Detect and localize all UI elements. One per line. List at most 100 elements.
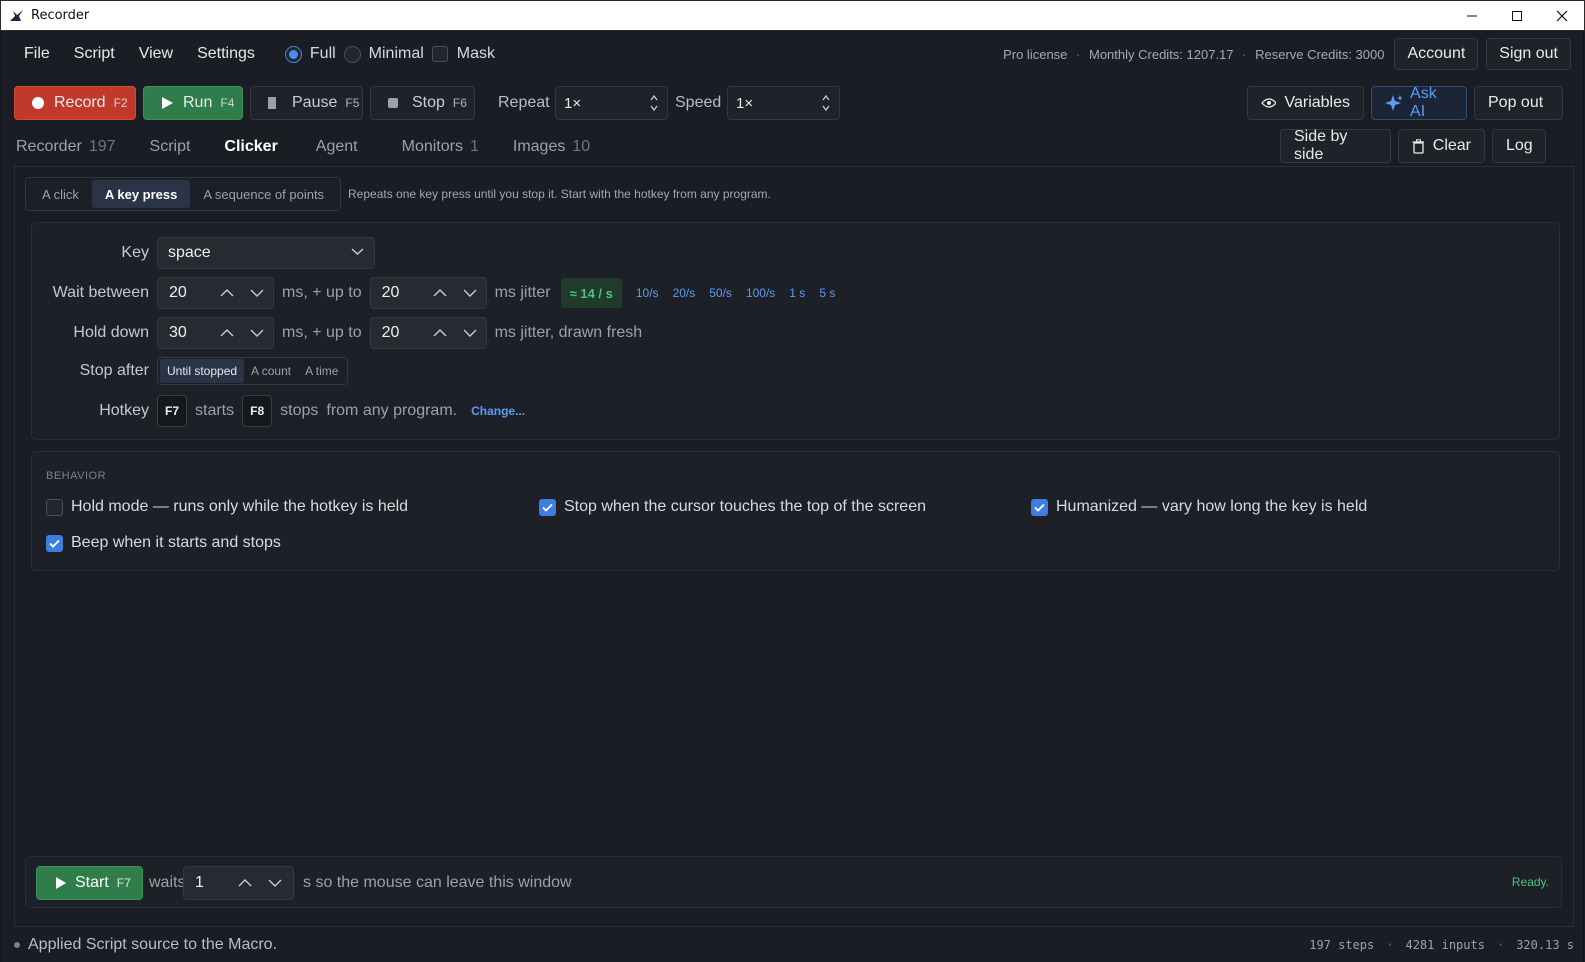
window-title: Recorder xyxy=(31,8,90,23)
menu-script[interactable]: Script xyxy=(74,45,115,63)
hold-down-label: Hold down xyxy=(73,324,149,341)
waits-text: waits xyxy=(149,874,186,891)
stop-a-time[interactable]: A time xyxy=(298,359,345,383)
preset-1-s[interactable]: 1 s xyxy=(789,286,805,300)
beep-label: Beep when it starts and stops xyxy=(71,534,281,551)
hold-mode-option[interactable]: Hold mode — runs only while the hotkey i… xyxy=(46,498,408,516)
beep-checkbox[interactable] xyxy=(46,534,63,552)
chevron-up-icon[interactable] xyxy=(238,878,252,888)
chevron-down-icon[interactable] xyxy=(250,328,264,338)
mode-full-label: Full xyxy=(309,45,336,62)
tab-recorder[interactable]: Recorder 197 xyxy=(16,127,116,167)
tab-recorder-count: 197 xyxy=(88,138,116,155)
key-dropdown[interactable]: space xyxy=(157,237,375,269)
chevron-down-icon xyxy=(351,248,364,255)
preset-50-per-s[interactable]: 50/s xyxy=(709,286,732,300)
start-button[interactable]: Start F7 xyxy=(36,866,143,900)
chevron-down-icon[interactable] xyxy=(463,288,477,298)
hotkey-stop-key: F8 xyxy=(242,395,273,427)
tab-agent[interactable]: Agent xyxy=(316,127,358,167)
preset-5-s[interactable]: 5 s xyxy=(819,286,835,300)
delay-suffix-text: s so the mouse can leave this window xyxy=(303,874,572,891)
stop-after-row: Stop after Until stopped A count A time xyxy=(32,355,349,387)
radio-minimal[interactable] xyxy=(343,45,361,63)
minimize-button[interactable] xyxy=(1449,1,1494,31)
chevron-up-icon[interactable] xyxy=(220,328,234,338)
sign-out-button[interactable]: Sign out xyxy=(1486,38,1571,70)
key-row: Key space xyxy=(32,237,375,269)
close-icon xyxy=(1556,10,1567,22)
preset-100-per-s[interactable]: 100/s xyxy=(746,286,775,300)
side-by-side-button[interactable]: Side by side xyxy=(1280,128,1391,163)
mode-sequence-of-points[interactable]: A sequence of points xyxy=(190,180,337,208)
reserve-credits: Reserve Credits: 3000 xyxy=(1255,46,1385,62)
change-hotkey-link[interactable]: Change... xyxy=(471,404,525,418)
variables-button[interactable]: Variables xyxy=(1247,86,1364,120)
ask-ai-button[interactable]: Ask AI xyxy=(1371,85,1467,120)
account-button[interactable]: Account xyxy=(1394,38,1479,70)
preset-10-per-s[interactable]: 10/s xyxy=(636,286,659,300)
hotkey-label: Hotkey xyxy=(99,402,149,419)
hold-mode-checkbox[interactable] xyxy=(46,498,63,516)
tab-clicker[interactable]: Clicker xyxy=(210,127,316,168)
close-button[interactable] xyxy=(1539,1,1584,31)
hold-jitter-input[interactable]: 20 xyxy=(369,317,487,349)
wait-between-label: Wait between xyxy=(52,284,149,301)
stop-a-count[interactable]: A count xyxy=(244,359,298,383)
stop-after-label: Stop after xyxy=(79,362,149,379)
menu-settings[interactable]: Settings xyxy=(197,45,255,63)
record-button[interactable]: Record F2 xyxy=(14,86,136,120)
pause-icon xyxy=(268,97,276,109)
tab-images[interactable]: Images 10 xyxy=(513,127,590,167)
chevron-down-icon[interactable] xyxy=(250,288,264,298)
stop-at-top-option[interactable]: Stop when the cursor touches the top of … xyxy=(539,498,926,516)
menu-bar: File Script View Settings Full Minimal M… xyxy=(2,31,1583,77)
tab-monitors[interactable]: Monitors 1 xyxy=(402,127,479,167)
chevron-down-icon[interactable] xyxy=(463,328,477,338)
menu-view[interactable]: View xyxy=(139,45,173,63)
chevron-up-icon[interactable] xyxy=(433,328,447,338)
stop-at-top-label: Stop when the cursor touches the top of … xyxy=(564,498,926,515)
chevron-down-icon[interactable] xyxy=(650,105,658,111)
repeat-stepper[interactable]: 1× xyxy=(555,86,668,120)
beep-option[interactable]: Beep when it starts and stops xyxy=(46,534,281,552)
duration: 320.13 s xyxy=(1516,938,1574,952)
chevron-down-icon[interactable] xyxy=(822,105,830,111)
stop-at-top-checkbox[interactable] xyxy=(539,498,556,516)
maximize-button[interactable] xyxy=(1494,1,1539,31)
chevron-up-icon[interactable] xyxy=(650,95,658,101)
stop-until-stopped[interactable]: Until stopped xyxy=(160,359,245,383)
mode-a-key-press[interactable]: A key press xyxy=(91,180,191,208)
status-message: Applied Script source to the Macro. xyxy=(28,936,278,953)
speed-label: Speed xyxy=(675,94,722,111)
humanized-option[interactable]: Humanized — vary how long the key is hel… xyxy=(1031,498,1367,516)
clear-button[interactable]: Clear xyxy=(1398,129,1485,163)
chevron-up-icon[interactable] xyxy=(433,288,447,298)
preset-20-per-s[interactable]: 20/s xyxy=(673,286,696,300)
stop-button[interactable]: Stop F6 xyxy=(370,86,475,120)
wait-jitter-input[interactable]: 20 xyxy=(369,277,487,309)
wait-between-input[interactable]: 20 xyxy=(157,277,274,309)
log-button[interactable]: Log xyxy=(1492,129,1546,163)
tab-script[interactable]: Script xyxy=(150,127,191,167)
checkbox-mask[interactable] xyxy=(431,46,448,62)
menu-file[interactable]: File xyxy=(24,45,50,63)
humanized-checkbox[interactable] xyxy=(1031,498,1048,516)
mode-mask[interactable]: Mask xyxy=(431,45,495,63)
pause-button[interactable]: Pause F5 xyxy=(250,86,363,120)
hold-jitter-text: ms jitter, drawn fresh xyxy=(494,324,643,341)
mode-minimal[interactable]: Minimal xyxy=(343,45,424,63)
chevron-up-icon[interactable] xyxy=(822,95,830,101)
stop-after-selector: Until stopped A count A time xyxy=(157,357,349,385)
chevron-down-icon[interactable] xyxy=(268,878,282,888)
chevron-up-icon[interactable] xyxy=(220,288,234,298)
hold-down-input[interactable]: 30 xyxy=(157,317,274,349)
mode-full[interactable]: Full xyxy=(284,45,336,63)
start-delay-input[interactable]: 1 xyxy=(183,866,294,900)
mode-a-click[interactable]: A click xyxy=(29,180,92,208)
pop-out-button[interactable]: Pop out xyxy=(1474,86,1563,120)
radio-full[interactable] xyxy=(284,45,302,63)
speed-stepper[interactable]: 1× xyxy=(727,86,840,120)
run-button[interactable]: Run F4 xyxy=(143,86,243,120)
tab-script-label: Script xyxy=(149,138,191,155)
